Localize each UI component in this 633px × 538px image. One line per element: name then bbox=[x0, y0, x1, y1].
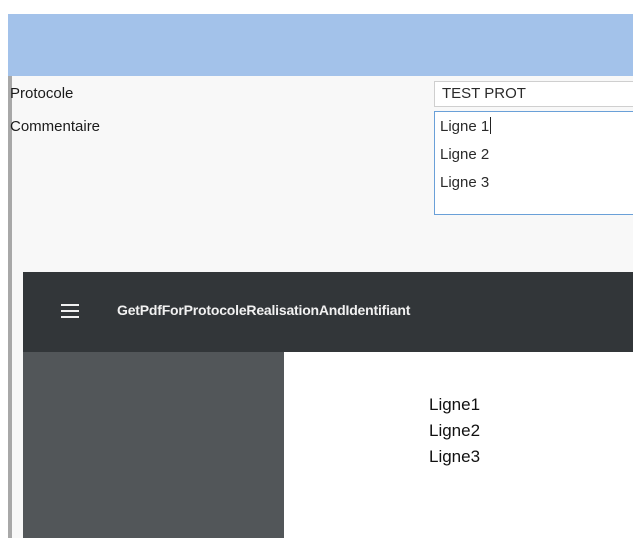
header-band bbox=[8, 14, 633, 76]
commentaire-textarea[interactable]: Ligne 1 Ligne 2 Ligne 3 bbox=[434, 111, 633, 215]
pdf-page-content: Ligne1 Ligne2 Ligne3 bbox=[429, 392, 480, 470]
hamburger-menu-icon[interactable] bbox=[61, 304, 79, 320]
protocole-label: Protocole bbox=[10, 85, 74, 102]
protocole-input[interactable]: TEST PROT bbox=[434, 81, 633, 107]
text-caret bbox=[490, 117, 492, 134]
commentaire-label: Commentaire bbox=[10, 118, 101, 135]
pdf-document-title: GetPdfForProtocoleRealisationAndIdentifi… bbox=[117, 302, 411, 318]
commentaire-line: Ligne 1 bbox=[440, 117, 492, 135]
commentaire-line: Ligne 2 bbox=[440, 146, 490, 163]
top-margin bbox=[0, 0, 633, 14]
pdf-viewer-sidebar bbox=[23, 352, 284, 538]
pdf-content-line: Ligne3 bbox=[429, 447, 481, 466]
pdf-content-line: Ligne1 bbox=[429, 395, 481, 414]
commentaire-line: Ligne 3 bbox=[440, 174, 490, 191]
pdf-viewer-toolbar: GetPdfForProtocoleRealisationAndIdentifi… bbox=[23, 272, 633, 352]
pdf-content-line: Ligne2 bbox=[429, 421, 481, 440]
